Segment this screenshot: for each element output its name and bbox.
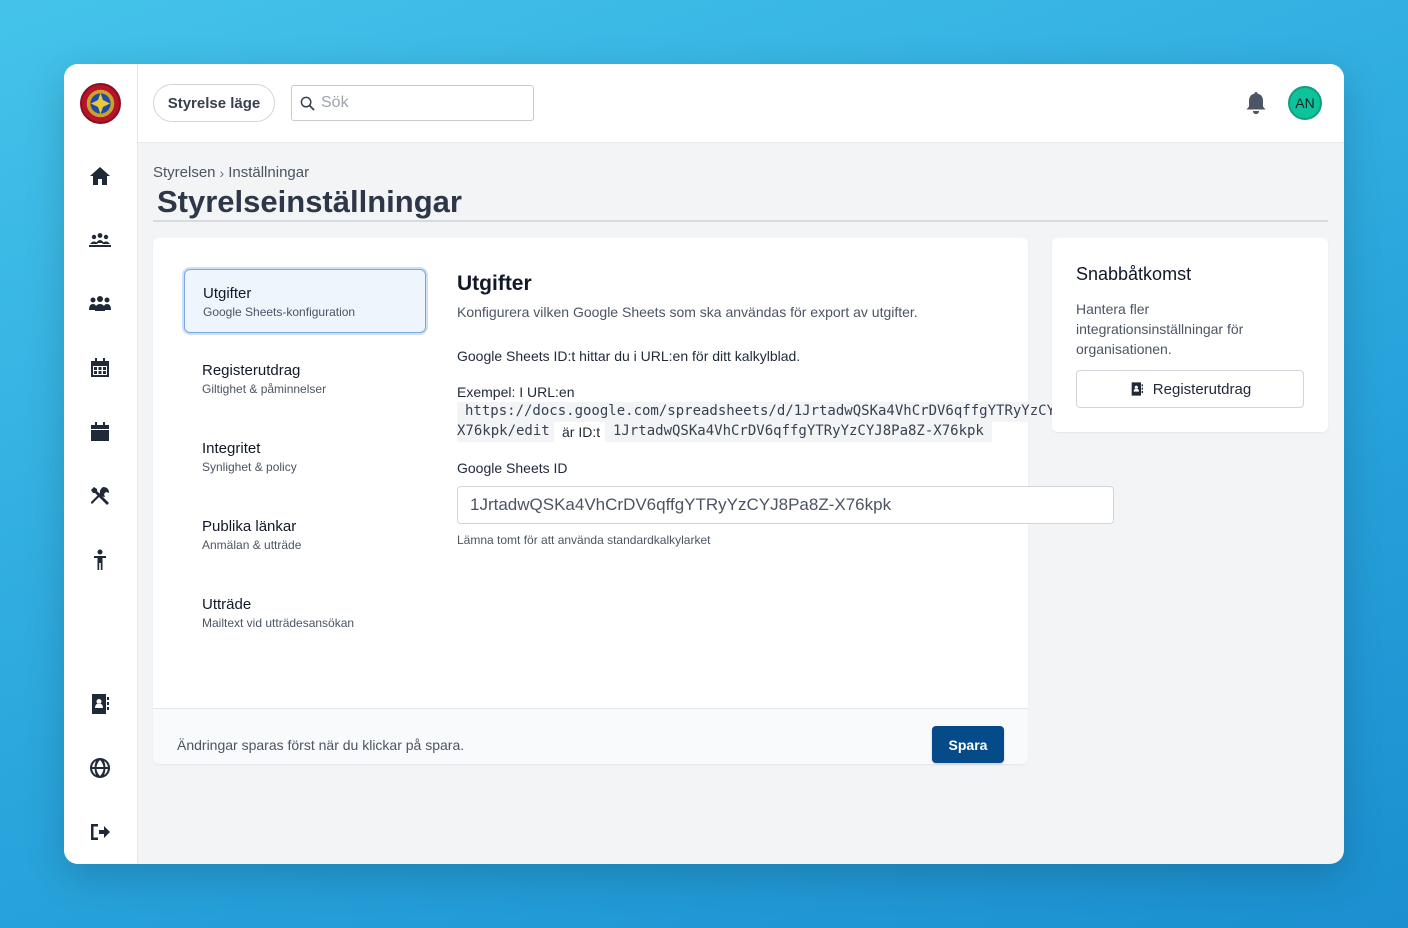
subnav-item-registry-extract[interactable]: Registerutdrag Giltighet & påminnelser (184, 347, 426, 411)
example-id-code: 1JrtadwQSKa4VhCrDV6qffgYTRyYzCYJ8Pa8Z-X7… (605, 422, 992, 442)
quick-access-description: Hantera fler integrationsinställningar f… (1076, 301, 1244, 357)
subnav-item-title: Registerutdrag (202, 362, 301, 379)
example-join-text: är ID:t (562, 424, 601, 440)
board-mode-button[interactable]: Styrelse läge (153, 84, 275, 122)
registry-extract-button-label: Registerutdrag (1152, 380, 1252, 398)
sidebar (64, 64, 138, 864)
section-description: Konfigurera vilken Google Sheets som ska… (457, 304, 918, 320)
members-icon[interactable] (86, 290, 114, 318)
sheets-id-hint: Lämna tomt för att använda standardkalky… (457, 533, 711, 547)
save-button[interactable]: Spara (932, 726, 1004, 763)
subnav-item-resignation[interactable]: Utträde Mailtext vid utträdesansökan (184, 581, 426, 645)
app-window: Styrelse läge AN Styrelsen › Inställning… (64, 64, 1344, 864)
subnav-item-title: Publika länkar (202, 518, 297, 535)
meeting-icon[interactable] (86, 226, 114, 254)
top-bar: Styrelse läge AN (138, 64, 1344, 143)
example-url-code: https://docs.google.com/spreadsheets/d/1… (457, 402, 1053, 422)
breadcrumb-item-settings: Inställningar (228, 164, 310, 181)
sheets-id-input[interactable] (457, 486, 1114, 524)
tools-icon[interactable] (86, 482, 114, 510)
subnav-item-title: Integritet (202, 440, 261, 457)
subnav-item-subtitle: Mailtext vid utträdesansökan (202, 616, 355, 630)
title-divider (153, 220, 1328, 222)
settings-card: Utgifter Google Sheets-konfiguration Reg… (153, 238, 1114, 764)
globe-icon[interactable] (86, 754, 114, 782)
calendar-icon[interactable] (86, 418, 114, 446)
save-note: Ändringar sparas först när du klickar på… (177, 737, 465, 753)
contact-card-icon[interactable] (86, 690, 114, 718)
subnav-item-subtitle: Google Sheets-konfiguration (203, 305, 356, 319)
child-icon[interactable] (86, 546, 114, 574)
registry-extract-button[interactable]: Registerutdrag (1076, 370, 1304, 408)
logout-icon[interactable] (86, 818, 114, 846)
home-icon[interactable] (86, 162, 114, 190)
user-avatar[interactable]: AN (1288, 86, 1322, 120)
quick-access-card: Snabbåtkomst Hantera fler integrationsin… (1052, 238, 1328, 432)
page-title: Styrelseinställningar (157, 184, 462, 219)
organization-logo[interactable] (80, 83, 121, 124)
quick-access-title: Snabbåtkomst (1076, 264, 1192, 284)
subnav-item-expenses[interactable]: Utgifter Google Sheets-konfiguration (184, 269, 426, 333)
subnav-item-privacy[interactable]: Integritet Synlighet & policy (184, 425, 426, 489)
info-text: Google Sheets ID:t hittar du i URL:en fö… (457, 348, 801, 364)
sheets-id-label: Google Sheets ID (457, 460, 568, 476)
chevron-right-icon: › (219, 164, 225, 181)
subnav-item-title: Utgifter (203, 285, 252, 302)
subnav-item-subtitle: Anmälan & utträde (202, 538, 302, 552)
section-title: Utgifter (457, 272, 532, 295)
search-input[interactable] (321, 94, 521, 112)
subnav-item-subtitle: Giltighet & påminnelser (202, 382, 327, 396)
example-label: Exempel: I URL:en (457, 384, 575, 400)
breadcrumb-item-board[interactable]: Styrelsen (153, 164, 216, 181)
subnav-item-title: Utträde (202, 596, 252, 613)
example-url-code-continued: X76kpk/edit (457, 422, 554, 442)
breadcrumb: Styrelsen › Inställningar (153, 164, 309, 181)
search-icon (300, 96, 315, 110)
calendar-grid-icon[interactable] (86, 354, 114, 382)
subnav-item-public-links[interactable]: Publika länkar Anmälan & utträde (184, 503, 426, 567)
search-box[interactable] (291, 85, 534, 121)
bell-icon[interactable] (1245, 91, 1267, 115)
subnav-item-subtitle: Synlighet & policy (202, 460, 297, 474)
contact-card-icon (1131, 382, 1143, 396)
card-footer: Ändringar sparas först när du klickar på… (153, 708, 1028, 764)
